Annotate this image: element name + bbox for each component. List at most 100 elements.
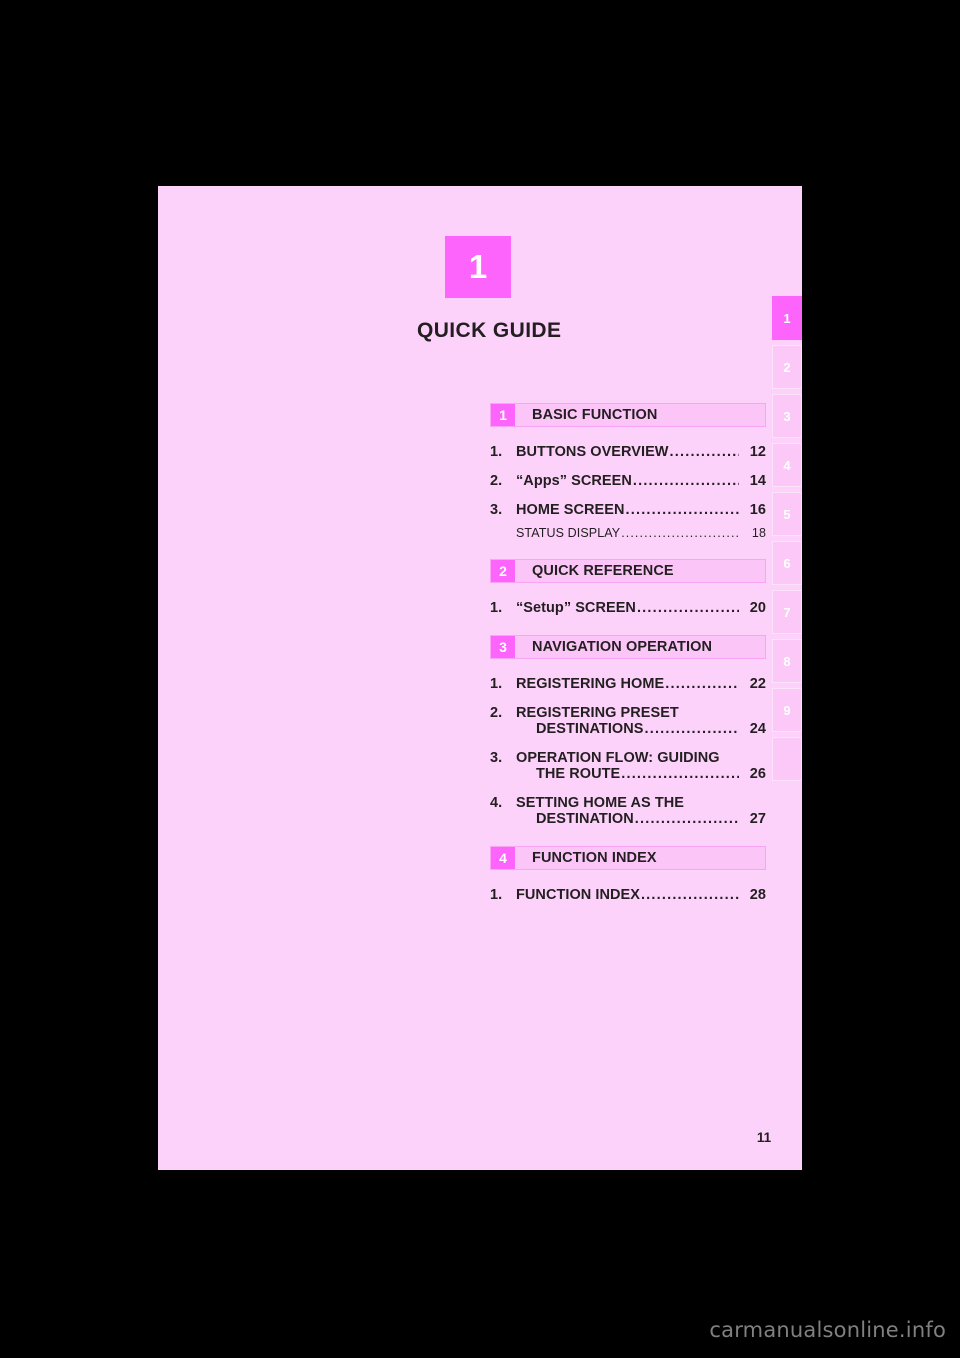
toc-entry-number: 3. <box>490 750 503 766</box>
toc-entry[interactable]: 2. REGISTERING PRESET DESTINATIONS........… <box>490 705 766 737</box>
toc-entry-body: FUNCTION INDEX..........................… <box>516 887 766 903</box>
toc-entry-number: 2. <box>490 473 503 489</box>
toc-entry[interactable]: 1. REGISTERING HOME......................… <box>490 676 766 692</box>
toc-section-label: BASIC FUNCTION <box>532 407 658 423</box>
chapter-tab-9[interactable]: 9 <box>772 688 802 732</box>
toc-entry-page: 28 <box>749 887 766 903</box>
toc-entry-page: 27 <box>749 811 766 827</box>
toc-section-header[interactable]: 4 FUNCTION INDEX <box>490 846 766 870</box>
toc-entry-line: REGISTERING HOME........................… <box>516 676 766 692</box>
chapter-tab-4[interactable]: 4 <box>772 443 802 487</box>
toc-entry-body: HOME SCREEN.............................… <box>516 502 766 518</box>
watermark-text: carmanualsonline.info <box>709 1318 946 1342</box>
toc-entry-text: “Setup” SCREEN <box>516 600 636 616</box>
toc-entry[interactable]: 1. BUTTONS OVERVIEW......................… <box>490 444 766 460</box>
toc-entry[interactable]: 2. “Apps” SCREEN.........................… <box>490 473 766 489</box>
chapter-tab-7[interactable]: 7 <box>772 590 802 634</box>
toc-entry-text: DESTINATION <box>536 811 634 827</box>
toc-entry-number: 4. <box>490 795 503 811</box>
toc-entry-text: “Apps” SCREEN <box>516 473 632 489</box>
toc-dot-leader: ........................................… <box>669 444 739 460</box>
toc-entry-line: DESTINATION.............................… <box>516 811 766 827</box>
toc-dot-leader: ........................................… <box>632 473 739 489</box>
toc-entry-body: REGISTERING HOME........................… <box>516 676 766 692</box>
toc-section-header[interactable]: 1 BASIC FUNCTION <box>490 403 766 427</box>
toc-dot-leader: ........................................… <box>621 526 741 540</box>
toc-dot-leader: ........................................… <box>644 721 739 737</box>
toc-section-header[interactable]: 3 NAVIGATION OPERATION <box>490 635 766 659</box>
toc-entry-number: 2. <box>490 705 503 721</box>
toc-entry-text: SETTING HOME AS THE <box>516 795 684 811</box>
chapter-tab-3[interactable]: 3 <box>772 394 802 438</box>
toc-entry[interactable]: 3. HOME SCREEN...........................… <box>490 502 766 518</box>
toc-entry-page: 26 <box>749 766 766 782</box>
table-of-contents: 1 BASIC FUNCTION 1. BUTTONS OVERVIEW.......… <box>490 403 766 903</box>
toc-section: 3 NAVIGATION OPERATION 1. REGISTERING HOME.… <box>490 635 766 827</box>
toc-entry-line: DESTINATIONS............................… <box>516 721 766 737</box>
toc-entry[interactable]: 1. FUNCTION INDEX........................… <box>490 887 766 903</box>
toc-entry-text: HOME SCREEN <box>516 502 625 518</box>
toc-dot-leader: ........................................… <box>665 676 739 692</box>
toc-entry-body: OPERATION FLOW: GUIDING THE ROUTE........… <box>516 750 766 782</box>
chapter-tab-6[interactable]: 6 <box>772 541 802 585</box>
toc-entry-line: REGISTERING PRESET <box>516 705 766 721</box>
toc-entry-number: 1. <box>490 676 503 692</box>
toc-entry[interactable]: 1. “Setup” SCREEN........................… <box>490 600 766 616</box>
chapter-tab-strip: 1 2 3 4 5 6 7 8 9 <box>772 296 802 786</box>
toc-entry-line: OPERATION FLOW: GUIDING <box>516 750 766 766</box>
toc-entry-page: 24 <box>749 721 766 737</box>
chapter-tab-2[interactable]: 2 <box>772 345 802 389</box>
toc-entry-body: BUTTONS OVERVIEW........................… <box>516 444 766 460</box>
toc-entry-body: “Setup” SCREEN..........................… <box>516 600 766 616</box>
toc-entry-text: THE ROUTE <box>536 766 621 782</box>
toc-entry-text: REGISTERING HOME <box>516 676 665 692</box>
chapter-tab-1[interactable]: 1 <box>772 296 802 340</box>
toc-entry[interactable]: 3. OPERATION FLOW: GUIDING THE ROUTE......… <box>490 750 766 782</box>
toc-entry-text: DESTINATIONS <box>536 721 644 737</box>
toc-entry-page: 14 <box>749 473 766 489</box>
toc-entry-number: 3. <box>490 502 503 518</box>
toc-entry-number: 1. <box>490 887 503 903</box>
page-number: 11 <box>756 1130 772 1145</box>
toc-entry-number: 1. <box>490 444 503 460</box>
toc-entry-text: OPERATION FLOW: GUIDING <box>516 750 720 766</box>
chapter-tab-blank[interactable] <box>772 737 802 781</box>
toc-entry-number: 1. <box>490 600 503 616</box>
chapter-number-badge: 1 <box>445 236 511 298</box>
toc-section-label: QUICK REFERENCE <box>532 563 674 579</box>
toc-dot-leader: ........................................… <box>621 766 739 782</box>
toc-entry-line: THE ROUTE...............................… <box>516 766 766 782</box>
toc-entry-body: “Apps” SCREEN...........................… <box>516 473 766 489</box>
toc-entry-line: “Setup” SCREEN..........................… <box>516 600 766 616</box>
toc-section-number: 2 <box>491 560 515 582</box>
manual-page-sheet: 1 QUICK GUIDE 1 BASIC FUNCTION 1. BUTTONS O… <box>158 186 802 1170</box>
toc-entry-text: FUNCTION INDEX <box>516 887 640 903</box>
toc-entry-page: 16 <box>749 502 766 518</box>
toc-entry-line: “Apps” SCREEN...........................… <box>516 473 766 489</box>
toc-entry-page: 12 <box>749 444 766 460</box>
toc-dot-leader: ........................................… <box>634 811 739 827</box>
toc-entry-line: HOME SCREEN.............................… <box>516 502 766 518</box>
chapter-tab-8[interactable]: 8 <box>772 639 802 683</box>
toc-entry-page: 20 <box>749 600 766 616</box>
toc-section-number: 3 <box>491 636 515 658</box>
toc-subentry[interactable]: STATUS DISPLAY..........................… <box>490 526 766 540</box>
toc-section-header[interactable]: 2 QUICK REFERENCE <box>490 559 766 583</box>
toc-section-number: 1 <box>491 404 515 426</box>
toc-entry-line: FUNCTION INDEX..........................… <box>516 887 766 903</box>
toc-section: 1 BASIC FUNCTION 1. BUTTONS OVERVIEW.......… <box>490 403 766 540</box>
toc-entry-line: BUTTONS OVERVIEW........................… <box>516 444 766 460</box>
toc-dot-leader: ........................................… <box>636 600 739 616</box>
toc-entry-line: SETTING HOME AS THE <box>516 795 766 811</box>
toc-entry-body: REGISTERING PRESET DESTINATIONS..........… <box>516 705 766 737</box>
chapter-tab-5[interactable]: 5 <box>772 492 802 536</box>
toc-entry-text: REGISTERING PRESET <box>516 705 679 721</box>
toc-entry-page: 22 <box>749 676 766 692</box>
toc-entry-text: BUTTONS OVERVIEW <box>516 444 669 460</box>
toc-subentry-text: STATUS DISPLAY <box>516 526 621 540</box>
toc-section: 4 FUNCTION INDEX 1. FUNCTION INDEX.........… <box>490 846 766 903</box>
toc-entry[interactable]: 4. SETTING HOME AS THE DESTINATION........… <box>490 795 766 827</box>
toc-dot-leader: ........................................… <box>625 502 739 518</box>
toc-section-number: 4 <box>491 847 515 869</box>
toc-section-label: FUNCTION INDEX <box>532 850 657 866</box>
